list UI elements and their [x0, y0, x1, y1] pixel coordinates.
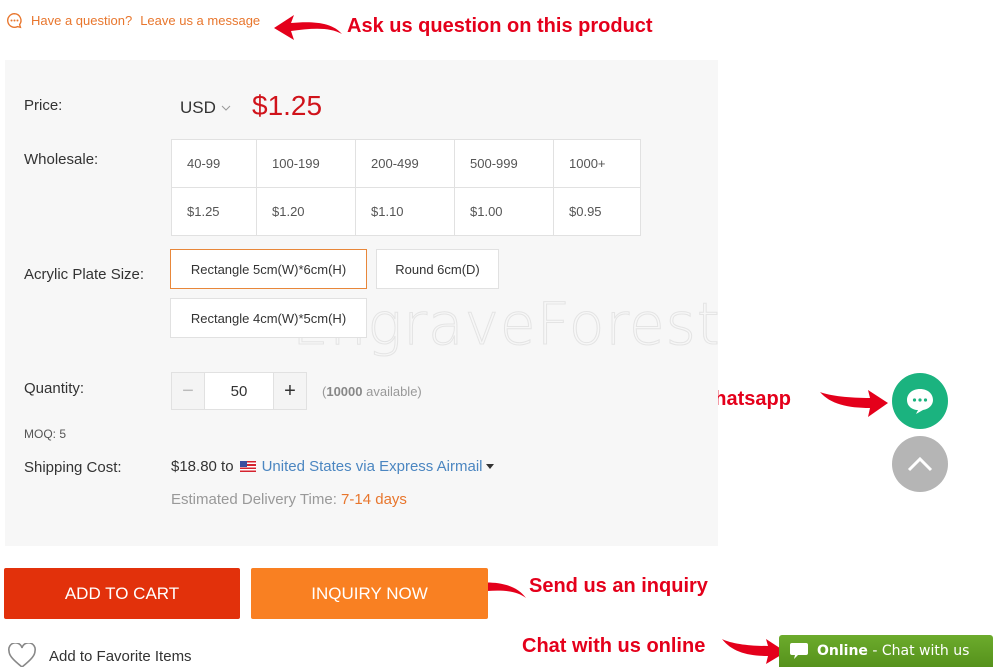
- online-chat-button[interactable]: Online - Chat with us: [779, 635, 993, 667]
- contact-chat-button[interactable]: [892, 373, 948, 429]
- delivery-days: 7-14 days: [341, 491, 407, 508]
- wholesale-price: $1.20: [256, 187, 356, 236]
- heart-icon: [8, 643, 36, 667]
- shipping-cost-line: $18.80 to United States via Express Airm…: [171, 458, 495, 475]
- wholesale-range: 40-99: [171, 139, 257, 188]
- delivery-label: Estimated Delivery Time:: [171, 491, 342, 508]
- us-flag-icon: [239, 461, 256, 472]
- wholesale-table: 40-99 100-199 200-499 500-999 1000+ $1.2…: [171, 139, 641, 236]
- caret-down-icon[interactable]: [486, 464, 495, 469]
- leave-message-link[interactable]: Have a question? Leave us a message: [6, 12, 260, 29]
- inquiry-now-button[interactable]: INQUIRY NOW: [251, 568, 488, 619]
- wholesale-range: 500-999: [454, 139, 554, 188]
- price-value: $1.25: [252, 90, 323, 121]
- decrease-quantity-button[interactable]: −: [172, 373, 205, 409]
- price-label: Price:: [24, 97, 63, 114]
- quantity-label: Quantity:: [24, 380, 85, 397]
- question-prefix: Have a question?: [31, 13, 133, 28]
- add-to-favorites-label: Add to Favorite Items: [49, 647, 192, 665]
- online-separator: -: [867, 643, 882, 659]
- plate-size-label: Acrylic Plate Size:: [24, 266, 145, 283]
- quantity-input[interactable]: 50: [205, 373, 273, 409]
- delivery-time: Estimated Delivery Time: 7-14 days: [171, 491, 407, 508]
- arrow-left-icon: [274, 15, 342, 40]
- chat-bubble-icon: [7, 13, 22, 29]
- leave-message-text[interactable]: Leave us a message: [140, 13, 260, 28]
- annotation-ask-question: Ask us question on this product: [347, 15, 653, 37]
- wholesale-range: 1000+: [553, 139, 641, 188]
- available-stock: (10000 available): [322, 384, 422, 399]
- wholesale-price: $0.95: [553, 187, 641, 236]
- currency-selector[interactable]: USD: [180, 98, 231, 118]
- wholesale-price: $1.10: [355, 187, 455, 236]
- annotation-chat: Chat with us online: [522, 635, 706, 657]
- online-status: Online: [817, 643, 868, 659]
- arrow-right-icon: [820, 390, 888, 417]
- quantity-stepper: − 50 +: [171, 372, 307, 410]
- currency-value: USD: [180, 98, 216, 117]
- available-suffix: available): [362, 384, 422, 399]
- wholesale-range: 100-199: [256, 139, 356, 188]
- wholesale-price: $1.00: [454, 187, 554, 236]
- shipping-method-link[interactable]: United States via Express Airmail: [262, 458, 483, 475]
- chevron-up-icon: [907, 456, 933, 472]
- table-row: $1.25 $1.20 $1.10 $1.00 $0.95: [171, 187, 641, 236]
- online-chat-text: Chat with us: [881, 643, 970, 659]
- option-round-6[interactable]: Round 6cm(D): [376, 249, 499, 289]
- annotation-inquiry: Send us an inquiry: [529, 575, 708, 597]
- wholesale-price: $1.25: [171, 187, 257, 236]
- available-count: 10000: [326, 384, 363, 399]
- add-to-favorites[interactable]: Add to Favorite Items: [7, 643, 192, 667]
- arrow-right-icon: [722, 639, 786, 664]
- option-rectangle-5x6[interactable]: Rectangle 5cm(W)*6cm(H): [170, 249, 367, 289]
- chevron-down-icon: [221, 105, 231, 111]
- wholesale-label: Wholesale:: [24, 151, 99, 168]
- add-to-cart-button[interactable]: ADD TO CART: [4, 568, 240, 619]
- table-row: 40-99 100-199 200-499 500-999 1000+: [171, 139, 641, 188]
- option-rectangle-4x5[interactable]: Rectangle 4cm(W)*5cm(H): [170, 298, 367, 338]
- shipping-cost: $18.80 to: [171, 458, 234, 475]
- increase-quantity-button[interactable]: +: [273, 373, 306, 409]
- wholesale-range: 200-499: [355, 139, 455, 188]
- back-to-top-button[interactable]: [892, 436, 948, 492]
- shipping-label: Shipping Cost:: [24, 459, 122, 476]
- chat-bubble-icon: [907, 389, 933, 414]
- speech-bubble-icon: [790, 643, 808, 659]
- moq-text: MOQ: 5: [24, 427, 67, 441]
